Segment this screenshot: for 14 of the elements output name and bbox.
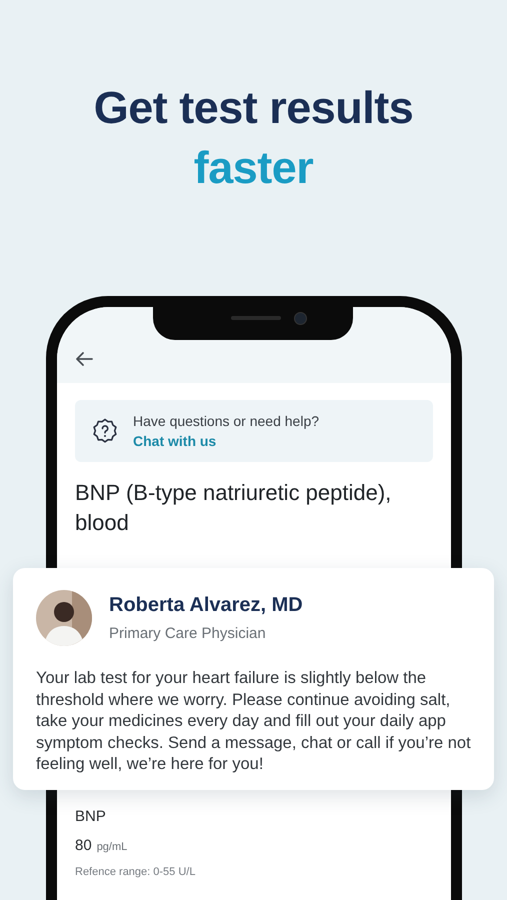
doctor-name: Roberta Alvarez, MD — [109, 594, 303, 617]
question-badge-icon — [91, 417, 119, 445]
test-title: BNP (B-type natriuretic peptide), blood — [75, 479, 392, 537]
message-text: Your lab test for your heart failure is slightly below the threshold where we worry. Please continue avoiding salt, take your medicines every day and fill out your daily app symptom checks. Send a message, chat or call if you’re not feeling well, we’re here for you! — [36, 668, 472, 776]
result-name: BNP — [75, 808, 107, 825]
help-question: Have questions or need help? — [133, 412, 320, 431]
headline: Get test results — [94, 81, 414, 135]
back-arrow-icon[interactable] — [74, 349, 94, 369]
result-unit: pg/mL — [96, 841, 128, 853]
chat-link[interactable]: Chat with us — [133, 431, 320, 451]
headline-accent: faster — [194, 141, 314, 195]
reference-range: Refence range: 0-55 U/L — [75, 866, 196, 878]
doctor-role: Primary Care Physician — [109, 625, 267, 642]
result-value: 80 — [75, 837, 92, 854]
